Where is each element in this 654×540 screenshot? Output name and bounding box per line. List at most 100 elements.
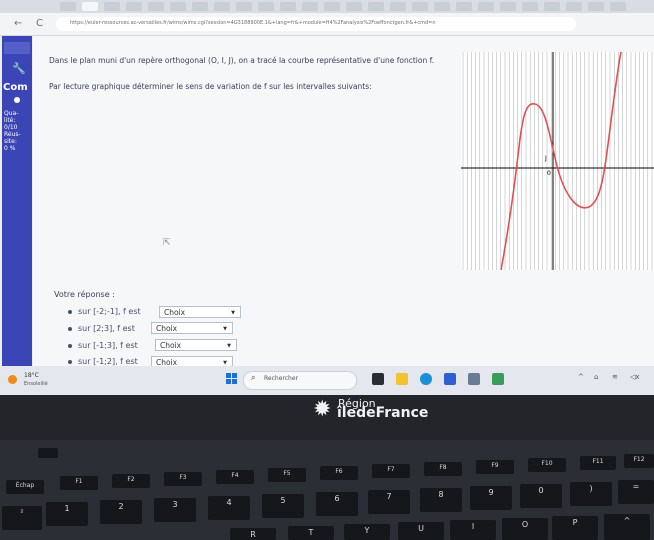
browser-tab[interactable] — [390, 2, 406, 11]
select-value: Choix — [156, 324, 178, 333]
browser-tab[interactable] — [500, 2, 516, 11]
browser-tab[interactable] — [434, 2, 450, 11]
browser-tab[interactable] — [82, 2, 98, 11]
key-caret: ^ — [604, 514, 650, 540]
browser-tab[interactable] — [610, 2, 626, 11]
key-f5: F5 — [268, 468, 306, 482]
key-f6: F6 — [320, 466, 358, 480]
browser-tab[interactable] — [346, 2, 362, 11]
select-value: Choix — [164, 308, 186, 317]
settings-icon[interactable] — [468, 373, 480, 385]
variation-select[interactable]: Choix ▼ — [159, 306, 241, 318]
interval-label: sur [2;3], f est — [78, 324, 135, 333]
answer-row: sur [-1;3], f est — [68, 341, 138, 350]
browser-tab[interactable] — [478, 2, 494, 11]
region-logo-star-icon: ✹ — [313, 397, 332, 422]
bullet-icon — [68, 359, 72, 364]
browser-tab[interactable] — [236, 2, 252, 11]
windows-start-icon[interactable] — [226, 373, 238, 385]
browser-tab[interactable] — [412, 2, 428, 11]
back-icon[interactable]: ← — [14, 18, 22, 29]
key-dot — [38, 448, 58, 458]
function-curve — [500, 52, 622, 270]
key-o: O — [502, 518, 548, 540]
key-8: 8 — [420, 488, 462, 512]
browser-tab[interactable] — [566, 2, 582, 11]
browser-tab[interactable] — [456, 2, 472, 11]
function-graph: J 0 — [461, 52, 654, 270]
browser-tab-strip — [0, 0, 654, 13]
variation-select[interactable]: Choix ▼ — [151, 322, 233, 334]
key-i: I — [450, 520, 496, 540]
key-escape: Échap — [6, 480, 44, 494]
laptop-photo: ← C https://euler-ressources.ac-versaill… — [0, 0, 654, 540]
key-f11: F11 — [580, 456, 616, 470]
key-f2: F2 — [112, 474, 150, 488]
key-3: 3 — [154, 498, 196, 522]
variation-select[interactable]: Choix ▼ — [155, 339, 237, 351]
browser-tab[interactable] — [544, 2, 560, 11]
app-icon[interactable] — [492, 373, 504, 385]
wrench-icon[interactable]: 🔧 — [12, 62, 26, 75]
browser-tab[interactable] — [522, 2, 538, 11]
chevron-down-icon: ▼ — [227, 343, 231, 349]
answer-row: sur [-2;-1], f est — [68, 307, 141, 316]
browser-tab[interactable] — [214, 2, 230, 11]
search-placeholder: Rechercher — [264, 375, 298, 382]
tray-chevron-icon[interactable]: ^ — [578, 373, 584, 381]
mouse-cursor-icon: ⇱ — [163, 238, 171, 248]
browser-tab[interactable] — [324, 2, 340, 11]
browser-tab[interactable] — [588, 2, 604, 11]
key-close-paren: ) — [570, 482, 612, 506]
key-r: R — [230, 528, 276, 540]
interval-label: sur [-1;2], f est — [78, 357, 138, 366]
browser-tab[interactable] — [148, 2, 164, 11]
taskbar-search[interactable] — [243, 371, 357, 390]
key-f8: F8 — [424, 462, 462, 476]
browser-tab[interactable] — [104, 2, 120, 11]
bullet-icon — [68, 326, 72, 331]
browser-tab[interactable] — [192, 2, 208, 11]
edge-icon[interactable] — [420, 373, 432, 385]
key-1: 1 — [46, 502, 88, 526]
reload-icon[interactable]: C — [36, 18, 43, 29]
key-f1: F1 — [60, 476, 98, 490]
answer-row: sur [-1;2], f est — [68, 357, 138, 366]
browser-tab[interactable] — [60, 2, 76, 11]
file-explorer-icon[interactable] — [396, 373, 408, 385]
wifi-icon[interactable]: ≋ — [612, 373, 618, 381]
volume-icon[interactable]: ◁x — [630, 373, 640, 381]
browser-tab[interactable] — [258, 2, 274, 11]
interval-label: sur [-1;3], f est — [78, 341, 138, 350]
browser-tab[interactable] — [126, 2, 142, 11]
store-icon[interactable] — [444, 373, 456, 385]
sidebar-top-button[interactable] — [4, 42, 30, 54]
key-f4: F4 — [216, 470, 254, 484]
windows-taskbar: 18°C Ensoleillé ⌕ Rechercher ^ ⌂ ≋ ◁x — [0, 366, 654, 395]
key-equals: = — [618, 480, 654, 504]
key-6: 6 — [316, 492, 358, 516]
key-f12: F12 — [624, 454, 654, 468]
browser-tab[interactable] — [280, 2, 296, 11]
interval-label: sur [-2;-1], f est — [78, 307, 141, 316]
key-f3: F3 — [164, 472, 202, 486]
key-p: P — [552, 516, 598, 540]
browser-tab[interactable] — [302, 2, 318, 11]
browser-tab[interactable] — [170, 2, 186, 11]
chevron-down-icon: ▼ — [223, 326, 227, 332]
key-y: Y — [344, 524, 390, 540]
sun-icon[interactable] — [8, 375, 17, 384]
browser-tab[interactable] — [368, 2, 384, 11]
score-stats: Qua- lité: 0/10 Réus- site: 0 % — [4, 110, 21, 152]
taskview-icon[interactable] — [372, 373, 384, 385]
bullet-icon — [14, 97, 20, 103]
origin-label: 0 — [547, 170, 551, 177]
answer-row: sur [2;3], f est — [68, 324, 135, 333]
exercise-statement: Dans le plan muni d'un repère orthogonal… — [49, 56, 435, 65]
answer-label: Votre réponse : — [54, 290, 115, 299]
search-icon: ⌕ — [251, 373, 256, 382]
tray-app-icon[interactable]: ⌂ — [594, 373, 598, 381]
weather-description: Ensoleillé — [24, 381, 48, 387]
key-7: 7 — [368, 490, 410, 514]
key-f9: F9 — [476, 460, 514, 474]
